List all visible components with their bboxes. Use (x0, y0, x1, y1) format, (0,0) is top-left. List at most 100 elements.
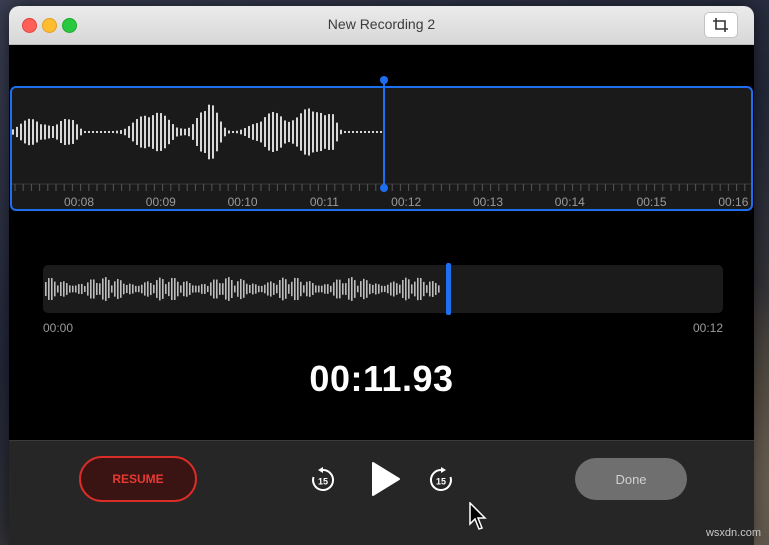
detail-wave-bar (272, 111, 274, 153)
overview-wave-bar (96, 283, 98, 295)
detail-wave-bar (212, 105, 214, 159)
overview-wave-bar (114, 281, 116, 297)
overview-wave-bar (192, 285, 194, 293)
overview-wave-bar (87, 282, 89, 296)
detail-wave-bar (164, 115, 166, 149)
detail-wave-bar (16, 126, 18, 138)
overview-wave-bar (366, 280, 368, 298)
overview-wave-bar (138, 285, 140, 293)
detail-wave-bar (340, 129, 342, 135)
detail-wave-bar (344, 131, 346, 133)
done-button[interactable]: Done (575, 458, 687, 500)
detail-wave-bar (64, 119, 66, 145)
play-icon[interactable] (369, 461, 401, 497)
detail-wave-bar (112, 131, 114, 133)
overview-wave-bar (132, 284, 134, 294)
overview-wave-bar (291, 281, 293, 297)
overview-wave-bar (429, 281, 431, 297)
detail-wave-bar (196, 118, 198, 146)
overview-wave-bar (201, 284, 203, 294)
detail-wave-bar (324, 115, 326, 149)
overview-wave-bar (231, 279, 233, 299)
overview-wave-bar (156, 280, 158, 298)
overview-wave-bar (165, 284, 167, 294)
detail-wave-bar (108, 131, 110, 133)
detail-wave-bar (304, 109, 306, 155)
overview-wave-bar (438, 285, 440, 293)
detail-wave-bar (264, 117, 266, 147)
overview-wave-bar (306, 281, 308, 297)
trim-button[interactable] (704, 12, 738, 38)
overview-wave-bar (300, 281, 302, 297)
detail-time-label: 00:11 (310, 195, 339, 209)
skip-forward-15-icon[interactable]: 15 (428, 467, 454, 493)
detail-wave-bar (96, 131, 98, 133)
overview-start-time: 00:00 (43, 321, 74, 335)
overview-wave-bar (210, 282, 212, 296)
overview-wave-bar (312, 283, 314, 295)
overview-wave-bar (261, 285, 263, 293)
overview-wave-bar (267, 282, 269, 296)
overview-wave-bar (354, 280, 356, 298)
detail-wave-bar (36, 121, 38, 143)
overview-wave-bar (276, 284, 278, 294)
overview-wave-bar (186, 281, 188, 297)
detail-wave-bar (288, 121, 290, 143)
overview-playhead[interactable] (446, 263, 451, 315)
overview-wave-bar (399, 284, 401, 294)
detail-wave-bar (352, 131, 354, 133)
detail-time-label: 00:12 (391, 195, 421, 209)
overview-wave-bar (240, 278, 242, 300)
overview-wave-bar (219, 283, 221, 295)
detail-wave-bar (176, 127, 178, 137)
overview-wave-bar (294, 277, 296, 301)
overview-wave-bar (411, 284, 413, 294)
overview-wave-bar (339, 279, 341, 299)
detail-wave-bar (336, 122, 338, 142)
overview-wave-bar (369, 283, 371, 295)
playhead-line[interactable] (383, 80, 385, 190)
overview-waveform[interactable] (43, 265, 723, 313)
overview-wave-bar (177, 281, 179, 297)
detail-wave-bar (124, 128, 126, 136)
detail-wave-bar (144, 115, 146, 149)
overview-wave-bar (285, 279, 287, 299)
detail-waveform[interactable]: 00:08 00:09 00:10 00:11 00:12 00:13 00:14 00:15… (10, 86, 753, 211)
overview-wave-bar (57, 285, 59, 293)
overview-wave-bar (381, 285, 383, 293)
resume-button[interactable]: RESUME (79, 456, 197, 502)
detail-wave-bar (332, 114, 334, 150)
playhead-handle-bottom[interactable] (380, 184, 388, 192)
overview-wave-bar (168, 281, 170, 297)
detail-wave-bar (84, 131, 86, 133)
overview-wave-bar (423, 281, 425, 297)
overview-wave-bar (405, 277, 407, 301)
window-title: New Recording 2 (327, 16, 436, 32)
overview-wave-bar (123, 283, 125, 295)
detail-wave-bar (44, 124, 46, 140)
detail-time-label: 00:13 (473, 195, 503, 209)
overview-wave-bar (75, 285, 77, 293)
trim-icon (713, 18, 728, 32)
overview-wave-bar (81, 283, 83, 295)
overview-wave-bar (111, 285, 113, 293)
overview-wave-bar (234, 285, 236, 293)
detail-time-label: 00:09 (146, 195, 176, 209)
overview-wave-bar (72, 285, 74, 293)
detail-wave-bar (68, 119, 70, 145)
overview-wave-bar (144, 282, 146, 296)
overview-wave-bar (90, 279, 92, 299)
overview-wave-bar (249, 284, 251, 294)
detail-wave-bar (252, 124, 254, 140)
overview-wave-bar (225, 278, 227, 300)
skip-back-15-icon[interactable]: 15 (310, 467, 336, 493)
overview-wave-bar (150, 282, 152, 296)
overview-wave-bar (264, 284, 266, 294)
overview-wave-bar (153, 284, 155, 294)
detail-wave-bar (76, 124, 78, 140)
playhead-handle-top[interactable] (380, 76, 388, 84)
voice-memos-window: New Recording 2 00:08 00:09 00:10 00:11 00:1… (9, 6, 754, 545)
overview-wave-bar (297, 278, 299, 300)
overview-wave-bar (198, 285, 200, 293)
overview-wave-bar (162, 279, 164, 299)
